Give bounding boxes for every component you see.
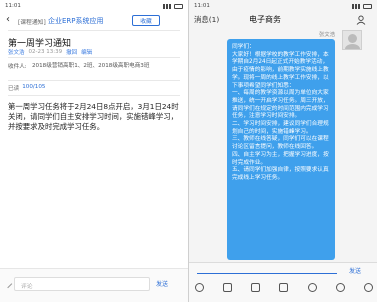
left-phone-screen: 11:01 ‹ [课程通知] 企业ERP系统应用 收藏 第一周学习通知 张文浩 … [0, 0, 188, 302]
comment-bar: 评论 发送 [0, 268, 188, 302]
recipients-label: 收件人: [8, 64, 27, 70]
divider [8, 30, 180, 31]
divider [8, 95, 180, 96]
edit-link[interactable]: 编辑 [81, 48, 92, 56]
message-bubble[interactable]: 同学们： 大家好！根据学校的教学工作安排，本学期自2月24日起正式开始教学活动，… [227, 39, 335, 260]
messages-back-button[interactable]: 消息(1) [194, 14, 219, 25]
course-name[interactable]: 企业ERP系统应用 [48, 16, 104, 26]
message-input[interactable] [197, 273, 337, 274]
status-bar: 11:01 [0, 0, 188, 12]
divider [8, 57, 180, 58]
pencil-icon [3, 279, 13, 289]
message-line: 一、每周的教学资源以周为单位向大家推送，统一开启学习任务。周三开放，请同学们在规… [232, 90, 329, 120]
notice-header: ‹ [课程通知] 企业ERP系统应用 收藏 [0, 13, 188, 29]
comment-input[interactable]: 评论 [14, 277, 150, 291]
message-line: 大家好！根据学校的教学工作安排，本学期自2月24日起正式开始教学活动，由于疫情的… [232, 51, 329, 89]
avatar[interactable] [342, 30, 362, 50]
more-icon[interactable] [363, 283, 373, 292]
chat-title: 电子商务 [249, 15, 281, 24]
battery-icon [363, 3, 372, 9]
camera-icon[interactable] [251, 283, 261, 292]
notice-tag: [课程通知] [18, 20, 46, 26]
message-line: 四、自主学习为主，把握学习进度，按时完成作业。 [232, 151, 329, 166]
message-line: 三、教师在线答疑，同学们可以在课程讨论区留言提问，教师在线回答。 [232, 136, 329, 151]
notice-meta: 张文浩 02-23 13:39 撤回 编辑 [8, 48, 92, 56]
signal-icon [163, 3, 171, 9]
collect-button[interactable]: 收藏 [132, 15, 160, 26]
read-label: 已读 [8, 86, 20, 92]
image-icon[interactable] [223, 283, 233, 292]
send-button[interactable]: 发送 [349, 266, 361, 275]
author-name[interactable]: 张文浩 [8, 48, 25, 56]
notice-date: 02-23 13:39 [28, 49, 63, 55]
message-line: 二、学习时间安排，建议同学们合理规划自己的时间，实施错峰学习。 [232, 121, 329, 135]
battery-icon [174, 3, 183, 9]
user-icon[interactable] [356, 15, 366, 25]
at-icon[interactable] [307, 283, 317, 292]
read-count: 100/105 [22, 84, 46, 90]
chat-header: 消息(1) 电子商务 [189, 11, 377, 29]
read-stats[interactable]: 已读 100/105 [8, 84, 45, 92]
folder-icon[interactable] [279, 283, 289, 292]
toolbar [195, 283, 373, 292]
message-line: 同学们： [232, 44, 255, 50]
withdraw-link[interactable]: 撤回 [66, 48, 77, 56]
sender-name: 张文浩 [319, 32, 335, 38]
emoji-icon[interactable] [335, 283, 345, 292]
right-phone-screen: 11:01 消息(1) 电子商务 张文浩 同学们： 大家好！根据学校的教学工作安… [189, 0, 377, 302]
status-icons [352, 3, 372, 9]
comment-send-button[interactable]: 发送 [156, 279, 168, 288]
status-icons [163, 3, 183, 9]
status-time: 11:01 [194, 3, 210, 9]
voice-icon[interactable] [195, 283, 204, 292]
back-arrow-icon[interactable]: ‹ [6, 15, 10, 25]
signal-icon [352, 3, 360, 9]
divider [8, 80, 180, 81]
message-line: 五、请同学们加强自律，按照要求认真完成线上学习任务。 [232, 167, 329, 181]
chat-input-bar: 发送 [189, 262, 377, 302]
status-time: 11:01 [5, 3, 21, 9]
recipients-value: 2018级营销高职1、2班、2018级高职电商3班 [32, 63, 150, 69]
notice-body: 第一周学习任务将于2月24日8点开启，3月1日24时关闭，请同学们自主安排学习时… [8, 102, 179, 131]
